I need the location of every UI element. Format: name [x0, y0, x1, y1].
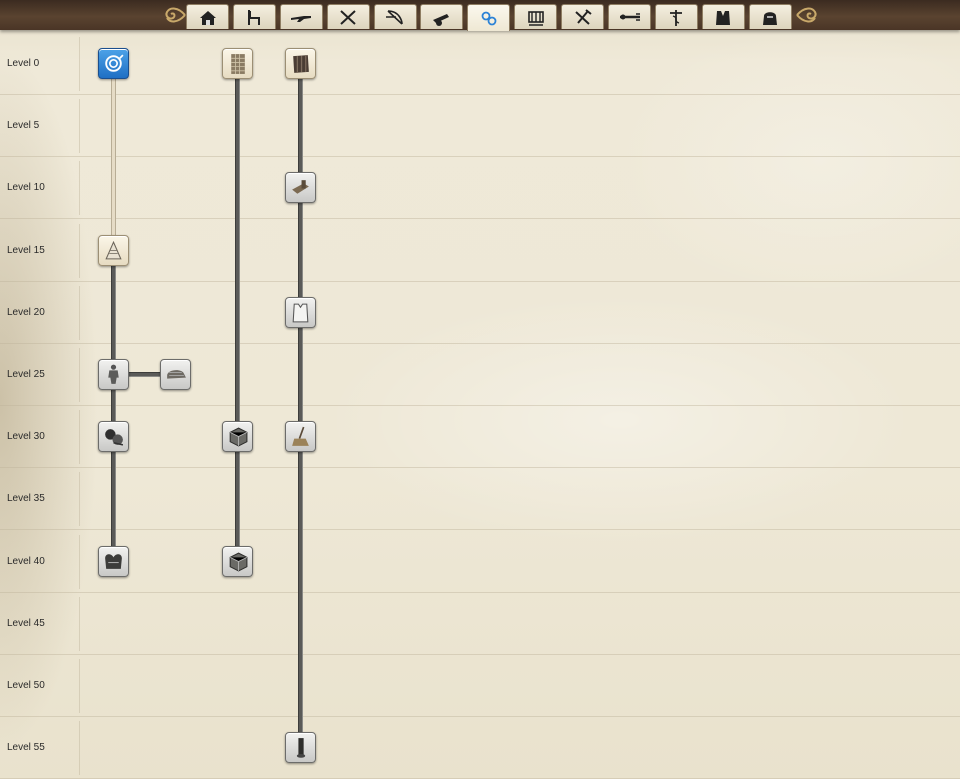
level-row: Level 20 — [0, 282, 960, 344]
cap-icon — [166, 370, 186, 379]
mesh-cube-icon — [229, 552, 247, 572]
tree-node-basket[interactable] — [97, 545, 129, 577]
level-label: Level 20 — [7, 306, 45, 318]
caduceus-icon — [670, 10, 683, 26]
broom-icon — [291, 426, 309, 447]
level-row: Level 40 — [0, 531, 960, 593]
cone-hat-icon — [104, 240, 122, 259]
level-row: Level 0 — [0, 33, 960, 95]
level-label: Level 0 — [7, 58, 40, 69]
row-divider — [79, 472, 80, 527]
house-icon — [199, 11, 216, 25]
tree-node-broom[interactable] — [284, 421, 316, 453]
row-divider — [79, 99, 80, 154]
level-label: Level 15 — [7, 244, 45, 256]
rifle-icon — [291, 16, 312, 22]
tab-loom[interactable] — [514, 4, 558, 29]
tree-node-rope-coil[interactable] — [97, 48, 129, 79]
row-divider — [79, 37, 80, 91]
row-divider — [79, 285, 80, 340]
tab-cannon[interactable] — [420, 4, 464, 29]
bow-icon — [386, 10, 403, 25]
tab-house[interactable] — [186, 4, 229, 29]
row-divider — [79, 410, 80, 465]
crossed-swords-icon — [340, 10, 356, 25]
tab-bag[interactable] — [748, 4, 792, 29]
level-row: Level 35 — [0, 468, 960, 531]
ornament-right-icon — [796, 7, 817, 23]
tree-connector — [297, 63, 303, 748]
row-divider — [79, 596, 80, 651]
tree-node-fabric-roll[interactable] — [284, 48, 316, 79]
level-label: Level 45 — [7, 617, 45, 629]
level-row: Level 55 — [0, 717, 960, 779]
row-divider — [79, 721, 80, 776]
loom-icon — [527, 11, 544, 26]
tree-node-plank-tool[interactable] — [284, 172, 316, 204]
net-icon — [230, 54, 245, 74]
row-divider — [79, 223, 80, 278]
row-divider — [79, 161, 80, 216]
tree-node-yarn-balls[interactable] — [97, 421, 129, 453]
tree-connector — [234, 63, 240, 562]
level-row: Level 50 — [0, 655, 960, 717]
tab-rifle[interactable] — [279, 4, 323, 29]
basket-icon — [104, 553, 122, 569]
rope-coil-icon — [104, 54, 124, 72]
level-row: Level 5 — [0, 95, 960, 158]
level-label: Level 35 — [7, 493, 45, 505]
tree-node-shirt[interactable] — [284, 296, 316, 328]
tab-caduceus[interactable] — [654, 4, 698, 29]
cannon-icon — [432, 14, 449, 26]
suit-icon — [107, 364, 119, 384]
level-row: Level 30 — [0, 406, 960, 469]
tab-chain-links[interactable] — [467, 4, 511, 31]
tree-node-cone-hat[interactable] — [97, 234, 129, 266]
level-row: Level 10 — [0, 157, 960, 220]
level-row: Level 15 — [0, 220, 960, 282]
tree-node-suit[interactable] — [97, 359, 129, 390]
tab-utensils[interactable] — [608, 4, 652, 29]
tree-node-mesh-cube[interactable] — [221, 421, 253, 453]
ornament-left-icon — [165, 7, 186, 23]
row-divider — [79, 348, 80, 402]
tree-connector — [110, 250, 116, 562]
tab-crossed-swords[interactable] — [326, 4, 370, 29]
utensils-icon — [619, 13, 640, 21]
tree-node-rolled-cloth[interactable] — [284, 732, 316, 764]
level-row: Level 45 — [0, 593, 960, 655]
tab-chair[interactable] — [232, 4, 276, 29]
mesh-cube-icon — [229, 427, 247, 447]
row-divider — [79, 659, 80, 713]
tab-vest[interactable] — [701, 4, 745, 29]
rolled-cloth-icon — [296, 738, 305, 758]
tab-bow[interactable] — [373, 4, 417, 29]
level-label: Level 10 — [7, 182, 45, 194]
level-label: Level 55 — [7, 742, 45, 754]
shirt-icon — [292, 303, 308, 323]
level-label: Level 40 — [7, 555, 45, 567]
yarn-balls-icon — [104, 429, 123, 446]
tree-node-net[interactable] — [221, 48, 253, 79]
level-label: Level 30 — [7, 431, 45, 443]
row-divider — [79, 534, 80, 589]
tools-icon — [574, 9, 592, 25]
level-label: Level 50 — [7, 680, 45, 691]
chair-icon — [248, 10, 261, 25]
level-label: Level 5 — [7, 120, 40, 132]
category-tabs — [186, 4, 796, 31]
vest-icon — [716, 11, 731, 25]
plank-tool-icon — [291, 180, 309, 195]
level-label: Level 25 — [7, 369, 45, 380]
tree-connector — [110, 63, 116, 251]
tree-node-mesh-cube-large[interactable] — [221, 545, 253, 577]
bag-icon — [763, 12, 778, 25]
chain-links-icon — [481, 11, 497, 26]
tab-tools[interactable] — [561, 4, 605, 29]
fabric-roll-icon — [292, 55, 309, 73]
tree-node-cap[interactable] — [159, 359, 191, 390]
